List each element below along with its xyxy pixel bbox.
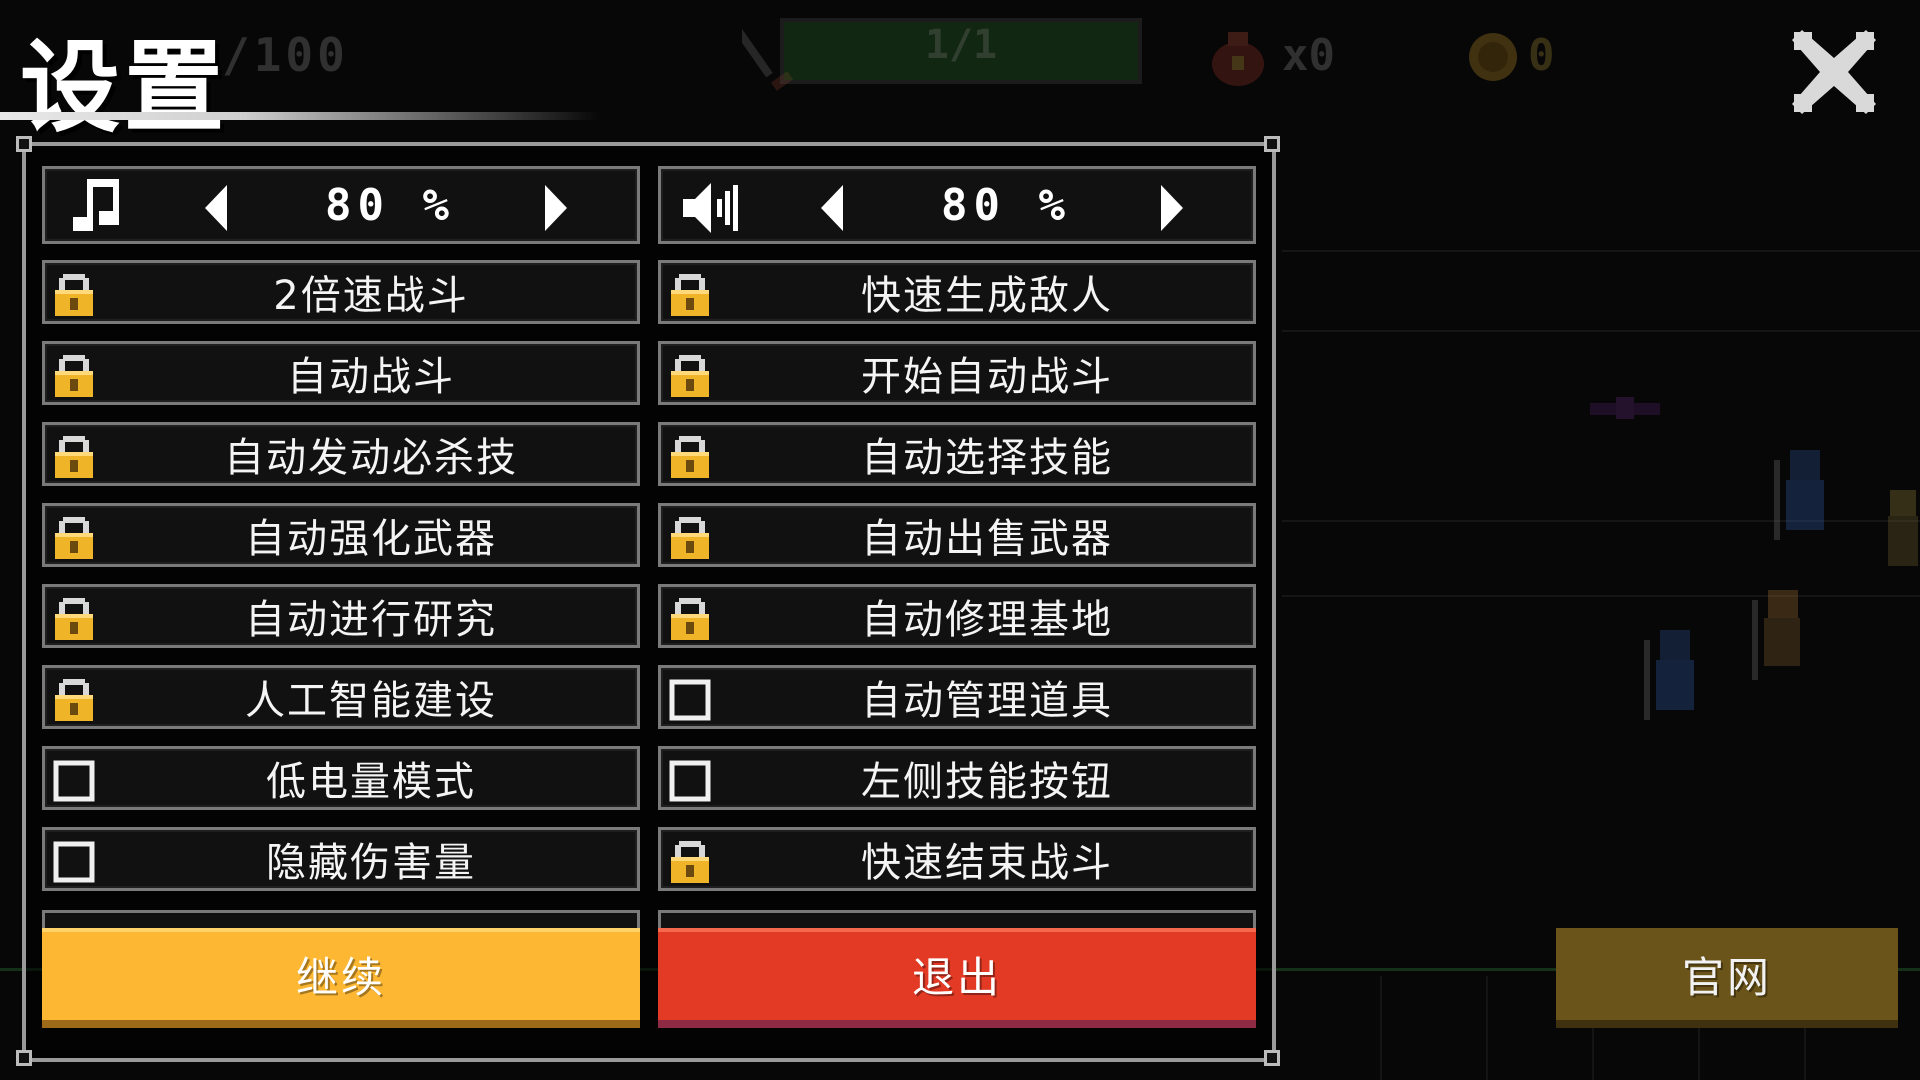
title-underline	[0, 112, 600, 120]
option-label: 自动修理基地	[861, 597, 1113, 643]
option-toggle-right-8[interactable]: 快速结束战斗	[658, 827, 1256, 891]
background-lane	[1282, 250, 1920, 252]
option-label: 快速生成敌人	[861, 273, 1113, 319]
option-label: 隐藏伤害量	[266, 840, 476, 886]
panel-corner	[1264, 1050, 1280, 1066]
soldier-sprite	[1774, 450, 1824, 540]
option-label: 自动管理道具	[861, 678, 1113, 724]
lock-icon	[55, 436, 93, 478]
music-note-icon	[73, 179, 119, 231]
lock-icon	[671, 841, 709, 883]
speaker-icon	[683, 183, 738, 233]
option-label: 自动出售武器	[861, 516, 1113, 562]
option-label: 低电量模式	[266, 759, 476, 805]
checkbox-unchecked-icon	[669, 679, 711, 721]
option-toggle-right-7[interactable]: 左侧技能按钮	[658, 746, 1256, 810]
kill-counter: /100	[222, 28, 349, 82]
option-label: 人工智能建设	[245, 678, 497, 724]
option-toggle-right-3[interactable]: 自动选择技能	[658, 422, 1256, 486]
wave-progress-text: 1/1	[924, 22, 998, 68]
background-lane	[1282, 330, 1920, 332]
sound-volume-value: 80 %	[941, 179, 1071, 231]
lock-icon	[55, 517, 93, 559]
music-volume-decrease-button[interactable]	[201, 183, 231, 233]
music-volume-value: 80 %	[325, 179, 455, 231]
music-volume-control: 80 %	[42, 166, 640, 244]
lock-icon	[55, 274, 93, 316]
close-icon	[1792, 30, 1876, 114]
close-button[interactable]	[1784, 22, 1884, 122]
worker-sprite	[1752, 590, 1800, 680]
sound-volume-increase-button[interactable]	[1157, 183, 1187, 233]
page-title: 设置	[20, 29, 228, 146]
option-label: 自动选择技能	[861, 435, 1113, 481]
option-label: 2倍速战斗	[273, 273, 469, 319]
coin-count: 0	[1528, 30, 1555, 81]
option-toggle-right-5[interactable]: 自动修理基地	[658, 584, 1256, 648]
option-label: 自动强化武器	[245, 516, 497, 562]
bat-sprite	[1590, 397, 1660, 419]
option-toggle-left-2[interactable]: 自动战斗	[42, 341, 640, 405]
lock-icon	[55, 355, 93, 397]
loot-bag-icon	[1212, 32, 1264, 86]
exit-button[interactable]: 退出	[658, 928, 1256, 1028]
music-volume-increase-button[interactable]	[541, 183, 571, 233]
panel-corner	[16, 136, 32, 152]
loot-bag-count: x0	[1282, 30, 1335, 81]
sound-volume-control: 80 %	[658, 166, 1256, 244]
lock-icon	[671, 436, 709, 478]
lock-icon	[671, 274, 709, 316]
option-label: 开始自动战斗	[861, 354, 1113, 400]
official-website-button[interactable]: 官网	[1556, 928, 1898, 1028]
lock-icon	[55, 598, 93, 640]
panel-corner	[16, 1050, 32, 1066]
option-label: 自动发动必杀技	[224, 435, 518, 481]
game-screen: /100 1/1 x0 0 设置 80 % 80 % 继续 退出 官网 2倍速战…	[0, 0, 1920, 1080]
floor-tile-edge	[1486, 976, 1488, 1080]
lock-icon	[671, 517, 709, 559]
option-toggle-left-8[interactable]: 隐藏伤害量	[42, 827, 640, 891]
sound-volume-decrease-button[interactable]	[817, 183, 847, 233]
option-toggle-left-1[interactable]: 2倍速战斗	[42, 260, 640, 324]
option-toggle-left-3[interactable]: 自动发动必杀技	[42, 422, 640, 486]
wave-progress-bar: 1/1	[780, 18, 1142, 84]
option-label: 自动进行研究	[245, 597, 497, 643]
option-label: 左侧技能按钮	[861, 759, 1113, 805]
lock-icon	[671, 355, 709, 397]
option-toggle-left-5[interactable]: 自动进行研究	[42, 584, 640, 648]
continue-button[interactable]: 继续	[42, 928, 640, 1028]
option-toggle-right-2[interactable]: 开始自动战斗	[658, 341, 1256, 405]
option-toggle-right-1[interactable]: 快速生成敌人	[658, 260, 1256, 324]
option-label: 快速结束战斗	[861, 840, 1113, 886]
option-toggle-right-4[interactable]: 自动出售武器	[658, 503, 1256, 567]
floor-tile-edge	[1380, 976, 1382, 1080]
soldier-sprite	[1644, 630, 1694, 720]
option-toggle-left-4[interactable]: 自动强化武器	[42, 503, 640, 567]
archer-sprite	[1888, 490, 1918, 566]
lock-icon	[671, 598, 709, 640]
option-toggle-right-6[interactable]: 自动管理道具	[658, 665, 1256, 729]
option-label: 自动战斗	[287, 354, 455, 400]
checkbox-unchecked-icon	[669, 760, 711, 802]
checkbox-unchecked-icon	[53, 841, 95, 883]
option-toggle-left-7[interactable]: 低电量模式	[42, 746, 640, 810]
option-toggle-left-6[interactable]: 人工智能建设	[42, 665, 640, 729]
checkbox-unchecked-icon	[53, 760, 95, 802]
lock-icon	[55, 679, 93, 721]
coin-icon	[1469, 33, 1517, 81]
panel-corner	[1264, 136, 1280, 152]
